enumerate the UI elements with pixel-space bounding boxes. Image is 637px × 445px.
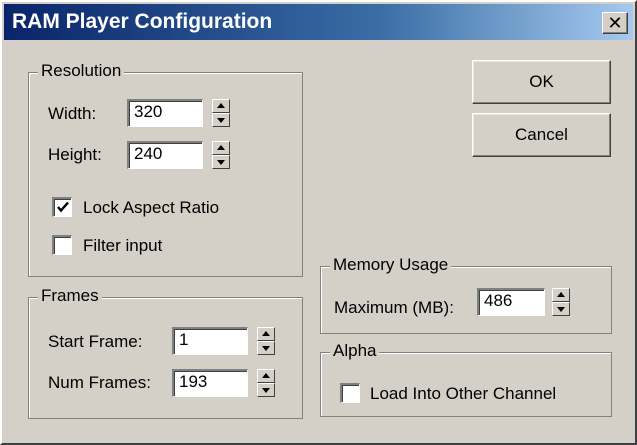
resolution-group-label: Resolution bbox=[38, 61, 125, 81]
ram-player-config-dialog: RAM Player Configuration ✕ Resolution Wi… bbox=[0, 0, 637, 445]
height-spinner bbox=[212, 141, 230, 169]
frames-group-label: Frames bbox=[38, 286, 102, 306]
load-into-other-channel-label[interactable]: Load Into Other Channel bbox=[370, 384, 556, 404]
arrow-down-icon bbox=[557, 307, 565, 312]
frames-group: Frames Start Frame: 1 Num Frames: 193 bbox=[28, 286, 303, 419]
maximum-mb-label: Maximum (MB): bbox=[334, 298, 454, 317]
start-frame-spinner bbox=[257, 327, 275, 355]
arrow-down-icon bbox=[217, 160, 225, 165]
height-spin-up-button[interactable] bbox=[212, 141, 230, 155]
window-title: RAM Player Configuration bbox=[12, 10, 273, 33]
maximum-mb-spin-down-button[interactable] bbox=[552, 302, 570, 316]
arrow-up-icon bbox=[262, 373, 270, 378]
arrow-up-icon bbox=[217, 145, 225, 150]
arrow-up-icon bbox=[262, 331, 270, 336]
checkmark-icon bbox=[57, 201, 69, 213]
memory-usage-group-label: Memory Usage bbox=[330, 255, 452, 275]
height-label: Height: bbox=[48, 145, 102, 164]
alpha-group: Alpha Load Into Other Channel bbox=[320, 341, 612, 417]
height-input[interactable]: 240 bbox=[127, 141, 203, 169]
num-frames-spin-down-button[interactable] bbox=[257, 383, 275, 397]
width-spin-down-button[interactable] bbox=[212, 113, 230, 127]
width-spin-up-button[interactable] bbox=[212, 99, 230, 113]
start-frame-spin-up-button[interactable] bbox=[257, 327, 275, 341]
alpha-group-label: Alpha bbox=[330, 341, 380, 361]
start-frame-input[interactable]: 1 bbox=[172, 327, 248, 355]
cancel-button[interactable]: Cancel bbox=[472, 113, 611, 157]
arrow-up-icon bbox=[557, 292, 565, 297]
close-icon: ✕ bbox=[607, 13, 623, 33]
num-frames-input[interactable]: 193 bbox=[172, 369, 248, 397]
num-frames-spinner bbox=[257, 369, 275, 397]
arrow-down-icon bbox=[262, 346, 270, 351]
arrow-up-icon bbox=[217, 103, 225, 108]
height-spin-down-button[interactable] bbox=[212, 155, 230, 169]
resolution-group: Resolution Width: 320 Height: 240 Lock A… bbox=[28, 61, 303, 277]
filter-input-label[interactable]: Filter input bbox=[83, 236, 162, 256]
num-frames-spin-up-button[interactable] bbox=[257, 369, 275, 383]
lock-aspect-ratio-checkbox[interactable] bbox=[52, 197, 72, 217]
width-spinner bbox=[212, 99, 230, 127]
maximum-mb-spin-up-button[interactable] bbox=[552, 288, 570, 302]
memory-usage-group: Memory Usage Maximum (MB): 486 bbox=[320, 255, 612, 334]
start-frame-label: Start Frame: bbox=[48, 332, 143, 351]
ok-button[interactable]: OK bbox=[472, 60, 611, 104]
arrow-down-icon bbox=[217, 118, 225, 123]
start-frame-spin-down-button[interactable] bbox=[257, 341, 275, 355]
maximum-mb-spinner bbox=[552, 288, 570, 316]
title-bar[interactable]: RAM Player Configuration ✕ bbox=[4, 4, 633, 40]
arrow-down-icon bbox=[262, 388, 270, 393]
close-button[interactable]: ✕ bbox=[602, 12, 628, 34]
width-input[interactable]: 320 bbox=[127, 99, 203, 127]
width-label: Width: bbox=[48, 104, 97, 123]
maximum-mb-input[interactable]: 486 bbox=[477, 288, 545, 316]
lock-aspect-ratio-label[interactable]: Lock Aspect Ratio bbox=[83, 198, 219, 218]
load-into-other-channel-checkbox[interactable] bbox=[340, 383, 360, 403]
num-frames-label: Num Frames: bbox=[48, 373, 151, 392]
filter-input-checkbox[interactable] bbox=[52, 235, 72, 255]
